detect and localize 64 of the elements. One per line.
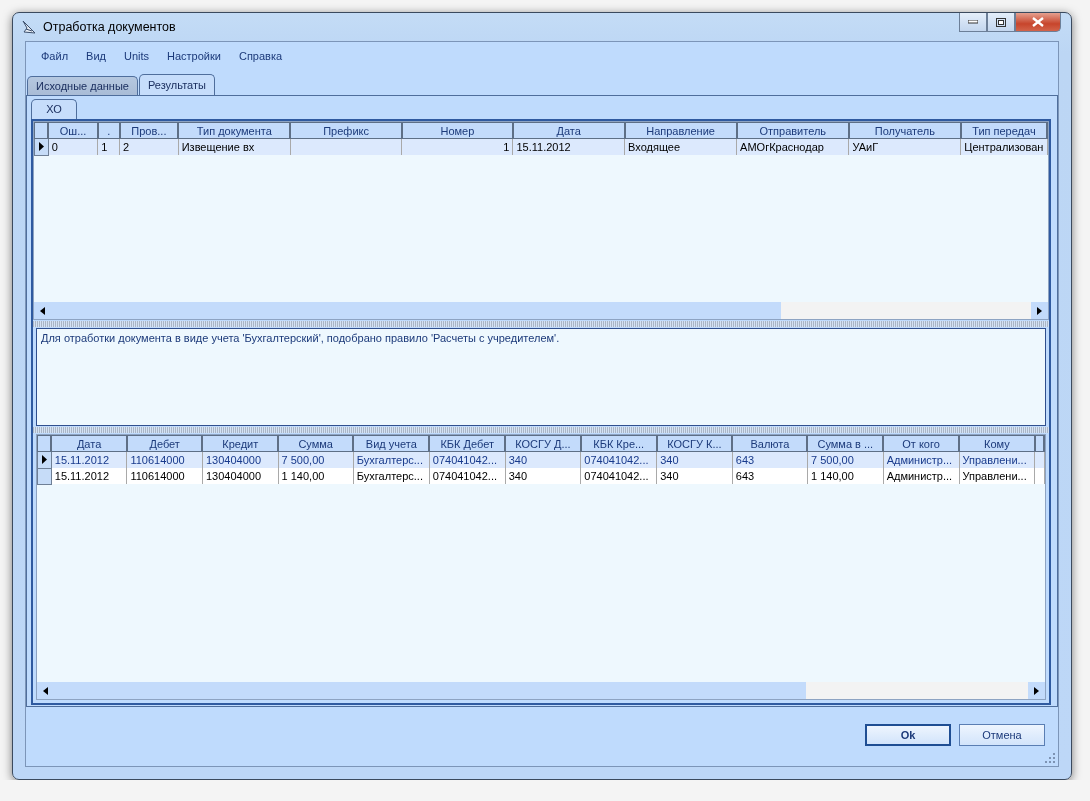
menu-item[interactable]: Файл xyxy=(32,48,78,68)
column-header[interactable]: Дата xyxy=(512,122,625,139)
table-cell: 643 xyxy=(732,468,808,484)
scroll-left-icon[interactable] xyxy=(40,306,45,315)
column-header[interactable]: Пров... xyxy=(119,122,179,139)
current-row-icon xyxy=(41,455,47,465)
table-cell: Администр... xyxy=(883,468,960,484)
scroll-left-icon[interactable] xyxy=(43,686,48,695)
close-icon xyxy=(1032,17,1044,27)
scroll-right-icon[interactable] xyxy=(1037,306,1042,315)
current-row-icon xyxy=(38,142,44,152)
tab[interactable]: Результаты xyxy=(138,74,215,95)
table-cell: 15.11.2012 xyxy=(51,468,127,484)
table-cell: 074041042... xyxy=(429,468,506,484)
menu-item[interactable]: Вид xyxy=(77,48,115,68)
column-header[interactable]: Отправитель xyxy=(736,122,849,139)
column-header[interactable]: Валюта xyxy=(732,435,808,452)
table-cell: 1 140,00 xyxy=(807,468,884,484)
column-header[interactable]: Номер xyxy=(401,122,513,139)
ok-button[interactable]: Ok xyxy=(865,724,951,746)
table-cell: 340 xyxy=(505,468,581,484)
table-cell: Управлени... xyxy=(959,468,1035,484)
column-header[interactable]: КБК Дебет xyxy=(429,435,506,452)
column-header[interactable]: Префикс xyxy=(290,122,402,139)
column-header[interactable]: Вид учета xyxy=(353,435,430,452)
table-cell: 074041042... xyxy=(580,468,657,484)
resize-grip-icon[interactable] xyxy=(1045,753,1056,764)
tab[interactable]: Исходные данные xyxy=(27,76,138,95)
horizontal-scrollbar[interactable] xyxy=(34,302,1048,319)
table-cell: 110614000 xyxy=(126,468,203,484)
scroll-right-icon[interactable] xyxy=(1034,686,1039,695)
column-header[interactable]: Дебет xyxy=(126,435,203,452)
column-header[interactable]: Кому xyxy=(959,435,1035,452)
menu-item[interactable]: Units xyxy=(114,48,158,68)
column-header[interactable]: Кредит xyxy=(202,435,279,452)
column-header[interactable]: Тип передач xyxy=(960,122,1047,139)
close-button[interactable] xyxy=(1015,13,1061,32)
column-header[interactable]: Направление xyxy=(624,122,737,139)
column-header[interactable]: . xyxy=(97,122,120,139)
column-header[interactable]: Сумма в ... xyxy=(807,435,884,452)
column-header[interactable]: Ош... xyxy=(48,122,98,139)
column-header[interactable]: Сумма xyxy=(278,435,354,452)
column-header[interactable]: От кого xyxy=(883,435,960,452)
column-header[interactable]: Дата xyxy=(51,435,127,452)
table-cell: 130404000 xyxy=(202,468,279,484)
minimize-icon xyxy=(968,20,978,24)
message-text: Для отработки документа в виде учета 'Бухгалтерский', подобрано правило 'Расчеты с учредителем'. xyxy=(41,332,560,344)
table-cell: 340 xyxy=(656,468,733,484)
horizontal-scrollbar[interactable] xyxy=(37,682,1045,699)
column-header[interactable]: КОСГУ К... xyxy=(656,435,733,452)
table-cell: 1 140,00 xyxy=(278,468,354,484)
window-title: Отработка документов xyxy=(43,20,176,34)
app-icon xyxy=(21,19,37,35)
table-cell: Бухгалтерс... xyxy=(353,468,430,484)
column-header[interactable]: КОСГУ Д... xyxy=(505,435,581,452)
cancel-button[interactable]: Отмена xyxy=(959,724,1045,746)
menu-item[interactable]: Настройки xyxy=(158,48,230,68)
maximize-button[interactable] xyxy=(987,13,1015,32)
menu-item[interactable]: Справка xyxy=(229,48,292,68)
maximize-icon xyxy=(996,17,1006,27)
column-header[interactable]: КБК Кре... xyxy=(580,435,657,452)
column-header[interactable]: Получатель xyxy=(849,122,961,139)
column-header[interactable]: Тип документа xyxy=(178,122,291,139)
tab[interactable]: ХО xyxy=(31,99,77,119)
